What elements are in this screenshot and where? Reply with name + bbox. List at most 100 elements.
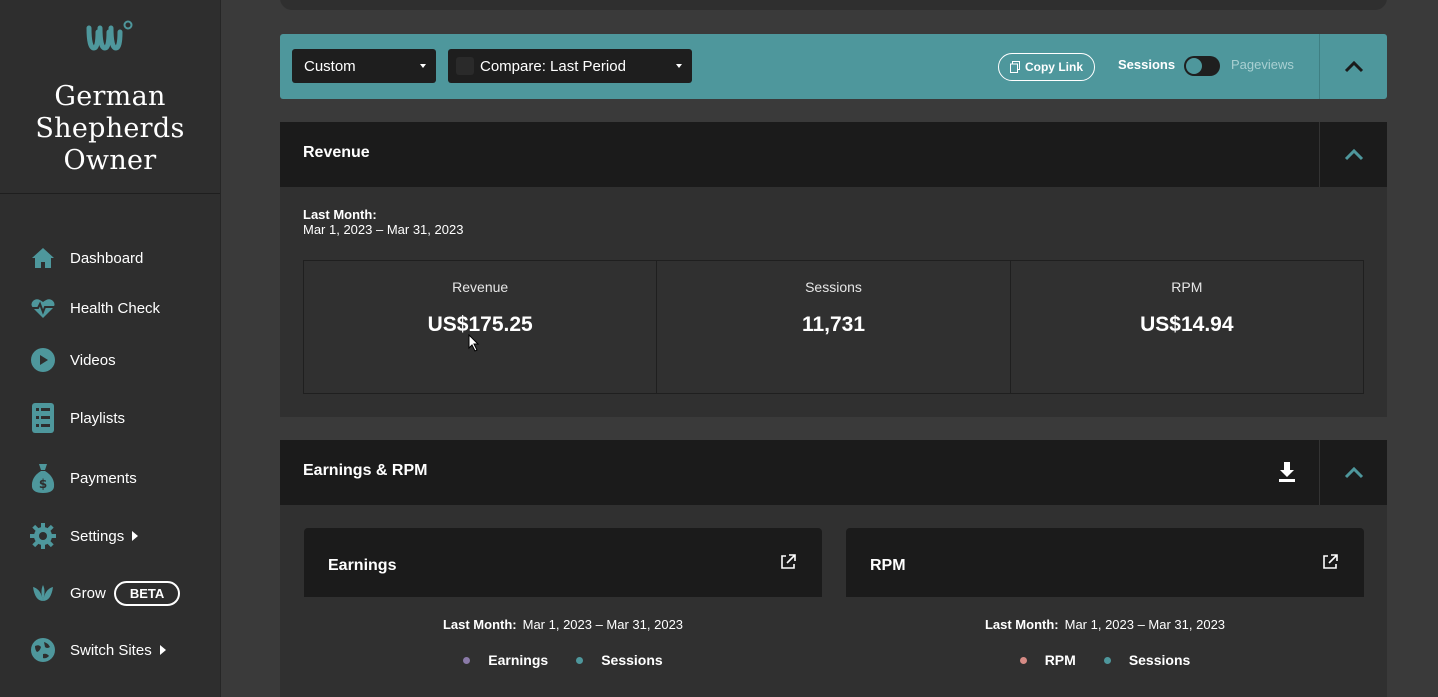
- stat-rpm: RPM US$14.94: [1011, 261, 1363, 393]
- legend-item-earnings[interactable]: Earnings: [463, 652, 548, 668]
- svg-text:$: $: [39, 477, 47, 491]
- period-label: Last Month:: [303, 207, 377, 222]
- download-icon[interactable]: [1278, 462, 1296, 487]
- stat-label: Sessions: [805, 279, 862, 295]
- globe-icon: [30, 637, 56, 663]
- external-link-icon[interactable]: [780, 554, 796, 570]
- card-period: Last Month: Mar 1, 2023 – Mar 31, 2023: [304, 617, 822, 632]
- earnings-card: Earnings Last Month: Mar 1, 2023 – Mar 31…: [304, 528, 822, 697]
- card-period-label: Last Month:: [984, 617, 1059, 632]
- stats-row: Revenue US$175.25 Sessions 11,731 RPM US…: [303, 260, 1364, 394]
- card-period-label: Last Month:: [442, 617, 517, 632]
- site-name-line: German: [54, 81, 166, 112]
- heartbeat-icon: [30, 295, 56, 321]
- chevron-up-icon: [1344, 466, 1364, 478]
- legend-item-sessions[interactable]: Sessions: [1103, 652, 1191, 668]
- sidebar-item-label: Playlists: [70, 409, 126, 427]
- legend-dot: [1019, 656, 1027, 664]
- home-icon: [30, 245, 56, 271]
- logo-area: German Shepherds Owner: [0, 0, 220, 194]
- compare-color-swatch: [456, 57, 474, 75]
- sidebar-item-label: Settings: [70, 527, 125, 545]
- dropdown-arrow-icon: [676, 64, 682, 68]
- legend-item-rpm[interactable]: RPM: [1019, 652, 1076, 668]
- sessions-pageviews-toggle[interactable]: [1184, 56, 1220, 76]
- toggle-label-pageviews: Pageviews: [1231, 57, 1294, 72]
- copy-link-label: Copy Link: [1024, 60, 1083, 74]
- sidebar-item-videos[interactable]: Videos: [30, 345, 116, 375]
- leaf-icon: [30, 580, 56, 606]
- revenue-panel-title: Revenue: [303, 144, 370, 161]
- revenue-panel-body: Last Month: Mar 1, 2023 – Mar 31, 2023 R…: [280, 187, 1387, 417]
- chart-legend: Earnings Sessions: [304, 652, 822, 668]
- legend-label: Earnings: [488, 652, 549, 668]
- card-period-range: Mar 1, 2023 – Mar 31, 2023: [1064, 617, 1226, 632]
- logo-icon[interactable]: [86, 18, 134, 54]
- stat-label: RPM: [1171, 279, 1203, 295]
- legend-label: Sessions: [601, 652, 663, 668]
- card-period-range: Mar 1, 2023 – Mar 31, 2023: [522, 617, 684, 632]
- sidebar-item-grow[interactable]: Grow BETA: [30, 578, 181, 608]
- legend-dot: [1103, 656, 1111, 664]
- toggle-label-sessions: Sessions: [1118, 57, 1176, 72]
- revenue-panel-header: Revenue: [280, 122, 1387, 187]
- copy-link-button[interactable]: Copy Link: [998, 53, 1095, 81]
- filter-bar: Custom Compare: Last Period Copy Link Se…: [280, 34, 1387, 99]
- stat-value: 11,731: [801, 313, 866, 336]
- rpm-card-title: RPM: [870, 557, 906, 574]
- dropdown-arrow-icon: [420, 64, 426, 68]
- list-icon: [30, 403, 56, 433]
- caret-right-icon: [159, 645, 166, 655]
- earnings-rpm-panel-title: Earnings & RPM: [303, 462, 428, 479]
- earnings-card-header: Earnings: [304, 528, 822, 597]
- stat-label: Revenue: [452, 279, 509, 295]
- stat-revenue: Revenue US$175.25: [304, 261, 658, 393]
- mouse-cursor-icon: [468, 334, 480, 352]
- sidebar: German Shepherds Owner Dashboard Health …: [0, 0, 221, 697]
- chevron-up-icon: [1344, 60, 1364, 72]
- caret-right-icon: [132, 531, 139, 541]
- date-range-select[interactable]: Custom: [292, 49, 436, 83]
- collapse-earnings-button[interactable]: [1320, 440, 1388, 505]
- collapse-revenue-button[interactable]: [1320, 122, 1388, 187]
- period-range: Mar 1, 2023 – Mar 31, 2023: [303, 222, 464, 237]
- stat-sessions: Sessions 11,731: [657, 261, 1011, 393]
- sidebar-item-label: Dashboard: [70, 249, 144, 267]
- sidebar-item-dashboard[interactable]: Dashboard: [30, 243, 143, 273]
- sidebar-item-playlists[interactable]: Playlists: [30, 403, 125, 433]
- gear-icon: [30, 523, 56, 549]
- sidebar-item-label: Switch Sites: [70, 641, 152, 659]
- sidebar-item-label: Videos: [70, 351, 116, 369]
- site-name-line: Shepherds: [35, 113, 185, 144]
- copy-icon: [1009, 61, 1020, 73]
- legend-label: Sessions: [1128, 652, 1191, 668]
- legend-dot: [463, 656, 471, 664]
- toggle-knob: [1186, 58, 1202, 74]
- rpm-card-header: RPM: [846, 528, 1364, 597]
- legend-item-sessions[interactable]: Sessions: [576, 652, 663, 668]
- compare-value: Compare: Last Period: [480, 57, 626, 75]
- sidebar-item-label: Grow: [70, 584, 106, 602]
- beta-badge: BETA: [113, 580, 181, 606]
- chart-legend: RPM Sessions: [846, 652, 1364, 668]
- card-period: Last Month: Mar 1, 2023 – Mar 31, 2023: [846, 617, 1364, 632]
- legend-dot: [576, 656, 584, 664]
- date-range-value: Custom: [304, 57, 356, 75]
- sidebar-item-settings[interactable]: Settings: [30, 521, 139, 551]
- collapse-filter-button[interactable]: [1320, 34, 1388, 99]
- sidebar-item-health-check[interactable]: Health Check: [30, 293, 160, 323]
- external-link-icon[interactable]: [1322, 554, 1338, 570]
- earnings-card-title: Earnings: [328, 557, 397, 574]
- site-name-line: Owner: [63, 145, 157, 176]
- sidebar-item-payments[interactable]: $ Payments: [30, 463, 137, 493]
- stat-value: US$175.25: [427, 313, 533, 336]
- rpm-card: RPM Last Month: Mar 1, 2023 – Mar 31, 202…: [846, 528, 1364, 697]
- sidebar-item-switch-sites[interactable]: Switch Sites: [30, 635, 166, 665]
- compare-select[interactable]: Compare: Last Period: [448, 49, 692, 83]
- play-icon: [30, 347, 56, 373]
- stat-value: US$14.94: [1140, 313, 1234, 336]
- sidebar-item-label: Health Check: [70, 299, 161, 317]
- site-name: German Shepherds Owner: [0, 81, 220, 177]
- money-bag-icon: $: [30, 464, 56, 493]
- legend-label: RPM: [1044, 652, 1076, 668]
